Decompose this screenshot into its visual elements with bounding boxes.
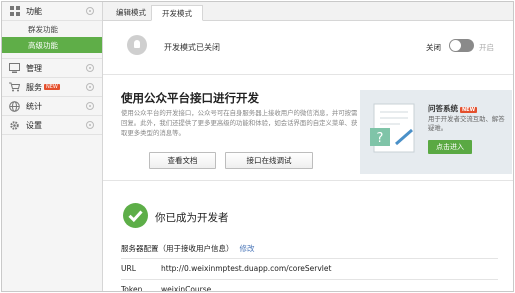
- new-badge: NEW: [460, 107, 478, 113]
- config-value: weixinCourse: [161, 285, 212, 292]
- qa-system-promo: ? 问答系统 NEW 用于开发者交流互助、解答疑难。 点击进入: [360, 90, 512, 174]
- expand-icon[interactable]: [86, 83, 94, 91]
- tab-edit-mode[interactable]: 编辑模式: [111, 5, 151, 21]
- view-docs-button[interactable]: 查看文档: [149, 152, 216, 169]
- sidebar-item-label: 统计: [26, 101, 42, 111]
- server-config-label: 服务器配置（用于接收用户信息） 修改: [121, 244, 255, 253]
- promo-title: 问答系统 NEW: [428, 104, 478, 113]
- globe-icon: [9, 100, 20, 112]
- section-title: 使用公众平台接口进行开发: [121, 91, 259, 105]
- config-value: http://0.weixinmptest.duapp.com/coreServ…: [161, 264, 332, 273]
- sidebar-item-label: 服务: [26, 82, 42, 92]
- edit-link[interactable]: 修改: [240, 244, 255, 253]
- developer-title: 你已成为开发者: [155, 212, 229, 224]
- toggle-on-label: 开启: [479, 43, 494, 52]
- checkmark-icon: [123, 203, 148, 228]
- sidebar-item-function[interactable]: 功能: [2, 2, 102, 21]
- lightbulb-icon: [127, 35, 147, 55]
- cart-icon: [9, 82, 20, 93]
- new-badge: NEW: [44, 84, 60, 90]
- grid-icon: [9, 6, 20, 17]
- developer-mode-status: 开发模式已关闭 关闭 开启: [103, 21, 513, 75]
- expand-icon[interactable]: [86, 7, 94, 15]
- expand-icon[interactable]: [86, 102, 94, 110]
- status-text: 开发模式已关闭: [164, 43, 220, 52]
- sidebar-subitem-mass-send[interactable]: 群发功能: [2, 21, 102, 37]
- config-row-token: Token weixinCourse: [121, 279, 498, 292]
- sidebar-subitem-advanced[interactable]: 高级功能: [2, 37, 102, 53]
- config-row-url: URL http://0.weixinmptest.duapp.com/core…: [121, 258, 498, 279]
- sidebar-item-label: 功能: [26, 6, 42, 16]
- online-debug-button[interactable]: 接口在线调试: [225, 152, 313, 169]
- sidebar-item-stats[interactable]: 统计: [2, 97, 102, 116]
- expand-icon[interactable]: [86, 121, 94, 129]
- qa-illustration-icon: ?: [370, 103, 415, 153]
- svg-text:?: ?: [377, 131, 384, 146]
- section-description: 使用公众平台的开发接口，公众号可在自身服务器上接收用户的微信消息，并可按需回复。…: [121, 109, 358, 137]
- tab-developer-mode[interactable]: 开发模式: [151, 5, 203, 21]
- monitor-icon: [9, 63, 20, 74]
- developer-mode-toggle[interactable]: [449, 39, 474, 52]
- expand-icon[interactable]: [86, 64, 94, 72]
- mode-tabs: 编辑模式 开发模式: [103, 2, 513, 21]
- api-info-section: 使用公众平台接口进行开发 使用公众平台的开发接口，公众号可在自身服务器上接收用户…: [103, 75, 513, 181]
- sidebar-item-manage[interactable]: 管理: [2, 59, 102, 78]
- app-window: 功能 群发功能 高级功能 管理 服务 NEW 统计 设置 编辑模式 开发模式 开…: [1, 1, 514, 292]
- toggle-off-label: 关闭: [426, 43, 441, 52]
- enter-button[interactable]: 点击进入: [428, 140, 472, 154]
- config-key: Token: [121, 285, 143, 292]
- sidebar-item-service[interactable]: 服务 NEW: [2, 78, 102, 97]
- sidebar-item-label: 管理: [26, 63, 42, 73]
- gear-icon: [9, 120, 20, 131]
- config-key: URL: [121, 264, 136, 273]
- developer-section: 你已成为开发者 服务器配置（用于接收用户信息） 修改 URL http://0.w…: [103, 182, 513, 291]
- toggle-knob: [450, 40, 461, 51]
- sidebar-item-settings[interactable]: 设置: [2, 116, 102, 135]
- promo-description: 用于开发者交流互助、解答疑难。: [428, 115, 505, 132]
- sidebar: 功能 群发功能 高级功能 管理 服务 NEW 统计 设置: [2, 2, 103, 291]
- sidebar-item-label: 设置: [26, 120, 42, 130]
